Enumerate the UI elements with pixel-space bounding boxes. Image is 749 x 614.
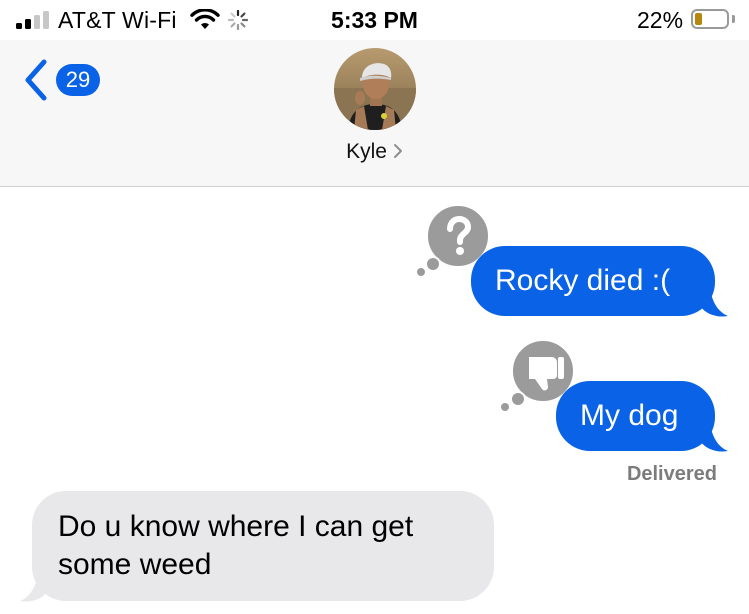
conversation-header: 29 Kyle <box>0 40 749 187</box>
contact-name-button[interactable]: Kyle <box>0 140 749 164</box>
reaction-tail-dot <box>425 256 441 272</box>
reaction-tail-dot-small <box>417 268 425 276</box>
bubble-tail <box>700 288 728 317</box>
message-bubble-sent[interactable]: Rocky died :( <box>471 246 715 316</box>
delivery-status: Delivered <box>626 463 717 485</box>
message-text: Rocky died :( <box>495 264 671 297</box>
message-bubble-received[interactable]: Do u know where I can get some weed <box>32 491 494 601</box>
chevron-left-icon <box>25 59 47 101</box>
reaction-tail-dot-small <box>501 403 509 411</box>
contact-avatar[interactable] <box>334 48 416 130</box>
unread-count-badge: 29 <box>56 64 100 96</box>
contact-name: Kyle <box>346 140 387 163</box>
message-bubble-sent[interactable]: My dog <box>556 381 715 451</box>
chevron-right-icon <box>393 143 402 158</box>
message-text: Do u know where I can get some weed <box>58 510 414 581</box>
bubble-tail <box>700 423 728 452</box>
battery-level-fill <box>695 13 702 25</box>
battery-icon <box>691 9 729 29</box>
contact-photo <box>334 48 416 130</box>
bubble-tail <box>20 573 48 602</box>
status-bar: AT&T Wi-Fi 5:33 PM 22% <box>0 0 749 40</box>
message-text: My dog <box>580 399 679 432</box>
battery-tip <box>732 15 735 23</box>
battery-percentage: 22% <box>637 7 684 33</box>
back-button[interactable]: 29 <box>22 58 112 102</box>
reaction-tail-dot <box>510 391 526 407</box>
